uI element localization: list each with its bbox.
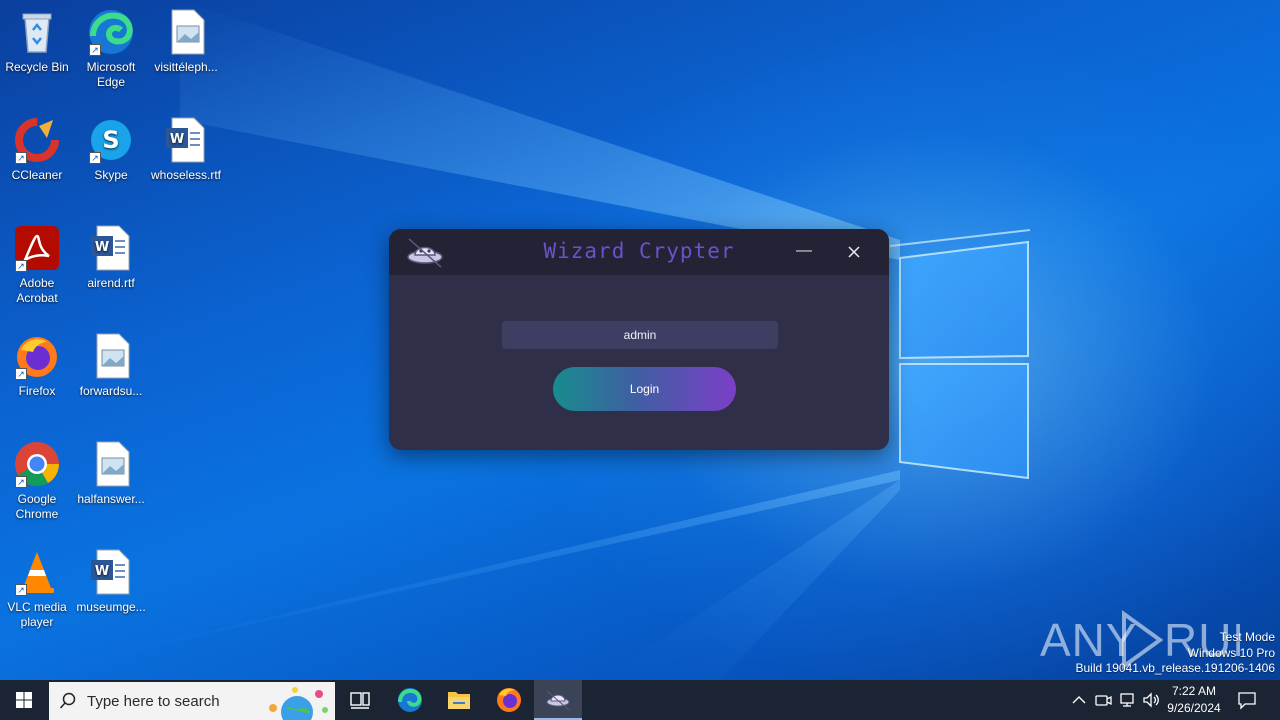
recycle-bin-icon (13, 8, 61, 56)
desktop-icon-label: Recycle Bin (5, 60, 69, 74)
desktop-icon-google-chrome[interactable]: ↗ Google Chrome (0, 440, 74, 522)
file-explorer-icon (448, 692, 470, 709)
svg-text:W: W (170, 132, 184, 147)
action-center-button[interactable] (1236, 690, 1258, 710)
desktop-icon-label: forwardsu... (79, 384, 143, 398)
desktop-icon-label: Google Chrome (15, 492, 59, 521)
desktop-icon-whoseless-rtf[interactable]: W whoseless.rtf (149, 116, 223, 183)
close-icon (848, 246, 860, 258)
taskbar-file-explorer[interactable] (435, 680, 483, 720)
desktop-icon-label: Adobe Acrobat (16, 276, 58, 305)
image-file-icon (87, 332, 135, 380)
shortcut-arrow-icon: ↗ (15, 260, 27, 272)
build-label: Build 19041.vb_release.191206-1406 (1075, 661, 1276, 675)
taskbar-firefox[interactable] (485, 680, 533, 720)
windows-start-icon (16, 692, 32, 708)
login-button[interactable]: Login (553, 367, 736, 411)
search-highlight-globe-icon (269, 687, 328, 720)
search-placeholder: Type here to search (87, 693, 220, 710)
wizard-crypter-icon (546, 690, 570, 711)
word-doc-icon: W (87, 548, 135, 596)
test-mode-label: Test Mode (1219, 630, 1275, 644)
taskbar: Type here to search 7:22 AM 9/26/2024 (0, 680, 1280, 720)
desktop-icon-forwardsu[interactable]: forwardsu... (74, 332, 148, 399)
desktop-icon-halfanswer[interactable]: halfanswer... (74, 440, 148, 507)
desktop-icon-skype[interactable]: S ↗ Skype (74, 116, 148, 183)
clock-time: 7:22 AM (1171, 684, 1217, 698)
firefox-icon (497, 688, 521, 712)
chrome-icon: ↗ (13, 440, 61, 488)
desktop-icon-label: museumge... (76, 600, 146, 614)
desktop-icon-airend-rtf[interactable]: W airend.rtf (74, 224, 148, 291)
firefox-icon: ↗ (13, 332, 61, 380)
taskbar-edge[interactable] (386, 680, 434, 720)
wizard-crypter-window: Wizard Crypter — Login (389, 229, 889, 450)
shortcut-arrow-icon: ↗ (15, 584, 27, 596)
vlc-icon: ↗ (13, 548, 61, 596)
shortcut-arrow-icon: ↗ (89, 44, 101, 56)
desktop-icon-label: visittéleph... (154, 60, 218, 74)
task-view-icon (350, 692, 370, 709)
shortcut-arrow-icon: ↗ (89, 152, 101, 164)
start-button[interactable] (0, 680, 48, 720)
taskbar-wizard-crypter[interactable] (534, 680, 582, 720)
username-input[interactable] (502, 321, 778, 349)
volume-button[interactable] (1141, 690, 1161, 710)
ccleaner-icon: ↗ (13, 116, 61, 164)
system-info-overlay: Test Mode Windows 10 Pro Build 19041.vb_… (1076, 630, 1276, 677)
edge-icon: ↗ (87, 8, 135, 56)
desktop-icon-label: Skype (94, 168, 128, 182)
windows-edition-label: Windows 10 Pro (1187, 645, 1275, 660)
image-file-icon (87, 440, 135, 488)
taskbar-search-box[interactable]: Type here to search (49, 682, 335, 720)
chevron-up-icon (1072, 696, 1086, 704)
desktop-icon-visittelephone[interactable]: visittéleph... (149, 8, 223, 75)
skype-icon: S ↗ (87, 116, 135, 164)
desktop-icon-recycle-bin[interactable]: Recycle Bin (0, 8, 74, 75)
taskbar-clock[interactable]: 7:22 AM 9/26/2024 (1160, 683, 1228, 717)
network-icon (1120, 693, 1134, 707)
svg-text:S: S (102, 126, 119, 154)
desktop-icon-label: CCleaner (11, 168, 63, 182)
svg-text:W: W (95, 564, 109, 579)
shortcut-arrow-icon: ↗ (15, 368, 27, 380)
search-icon (59, 692, 76, 709)
word-doc-icon: W (87, 224, 135, 272)
desktop-icon-museumge[interactable]: W museumge... (74, 548, 148, 615)
close-button[interactable] (843, 241, 865, 263)
desktop-icon-label: airend.rtf (87, 276, 135, 290)
svg-text:W: W (95, 240, 109, 255)
desktop-icon-ccleaner[interactable]: ↗ CCleaner (0, 116, 74, 183)
word-doc-icon: W (162, 116, 210, 164)
shortcut-arrow-icon: ↗ (15, 476, 27, 488)
desktop-icon-label: Firefox (18, 384, 56, 398)
clock-date: 9/26/2024 (1167, 701, 1221, 715)
desktop-icon-label: halfanswer... (77, 492, 145, 506)
desktop: Recycle Bin ↗ CCleaner ↗ Adobe Acrobat ↗… (0, 0, 1280, 680)
desktop-icon-vlc[interactable]: ↗ VLC media player (0, 548, 74, 630)
desktop-icon-label: whoseless.rtf (150, 168, 222, 182)
meet-now-icon (1095, 695, 1112, 706)
task-view-button[interactable] (336, 680, 384, 720)
show-hidden-icons-button[interactable] (1069, 690, 1089, 710)
desktop-icon-label: VLC media player (7, 600, 67, 629)
desktop-icon-adobe-acrobat[interactable]: ↗ Adobe Acrobat (0, 224, 74, 306)
meet-now-button[interactable] (1093, 690, 1113, 710)
minimize-button[interactable]: — (793, 241, 815, 263)
image-file-icon (162, 8, 210, 56)
notification-icon (1238, 692, 1256, 710)
edge-icon (398, 688, 422, 712)
network-button[interactable] (1117, 690, 1137, 710)
desktop-icon-label: Microsoft Edge (86, 60, 136, 89)
minimize-icon: — (796, 242, 812, 259)
desktop-icon-firefox[interactable]: ↗ Firefox (0, 332, 74, 399)
desktop-icon-microsoft-edge[interactable]: ↗ Microsoft Edge (74, 8, 148, 90)
volume-icon (1143, 692, 1159, 708)
shortcut-arrow-icon: ↗ (15, 152, 27, 164)
acrobat-icon: ↗ (13, 224, 61, 272)
title-bar[interactable]: Wizard Crypter — (389, 229, 889, 275)
